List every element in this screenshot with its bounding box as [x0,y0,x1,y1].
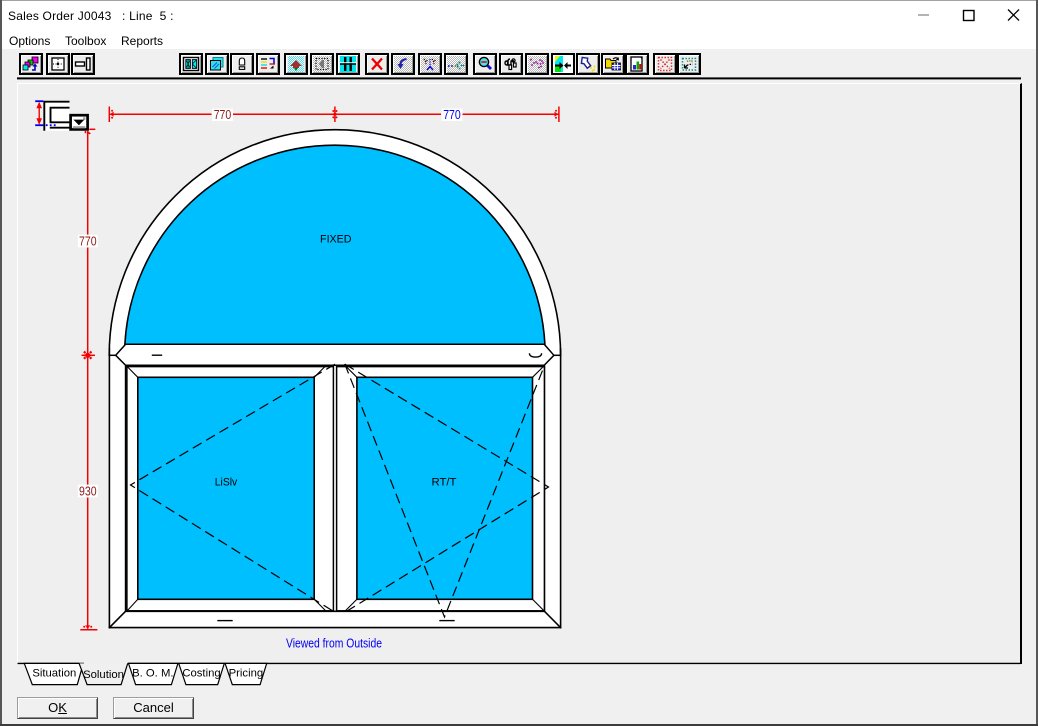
svg-text:Situation: Situation [32,668,76,680]
svg-text:930: 930 [79,483,97,498]
svg-text:FIXED: FIXED [320,233,352,245]
svg-text:RT/T: RT/T [432,477,457,489]
svg-text:LiSlv: LiSlv [215,477,238,489]
svg-text:Solution: Solution [83,669,124,681]
svg-text:770: 770 [79,233,97,248]
svg-text:Costing: Costing [182,668,220,680]
svg-text:770: 770 [214,107,232,122]
svg-text:Viewed from Outside: Viewed from Outside [286,636,382,651]
svg-text:B. O. M.: B. O. M. [132,668,173,680]
svg-text:Pricing: Pricing [229,668,264,680]
svg-text:770: 770 [443,107,461,122]
